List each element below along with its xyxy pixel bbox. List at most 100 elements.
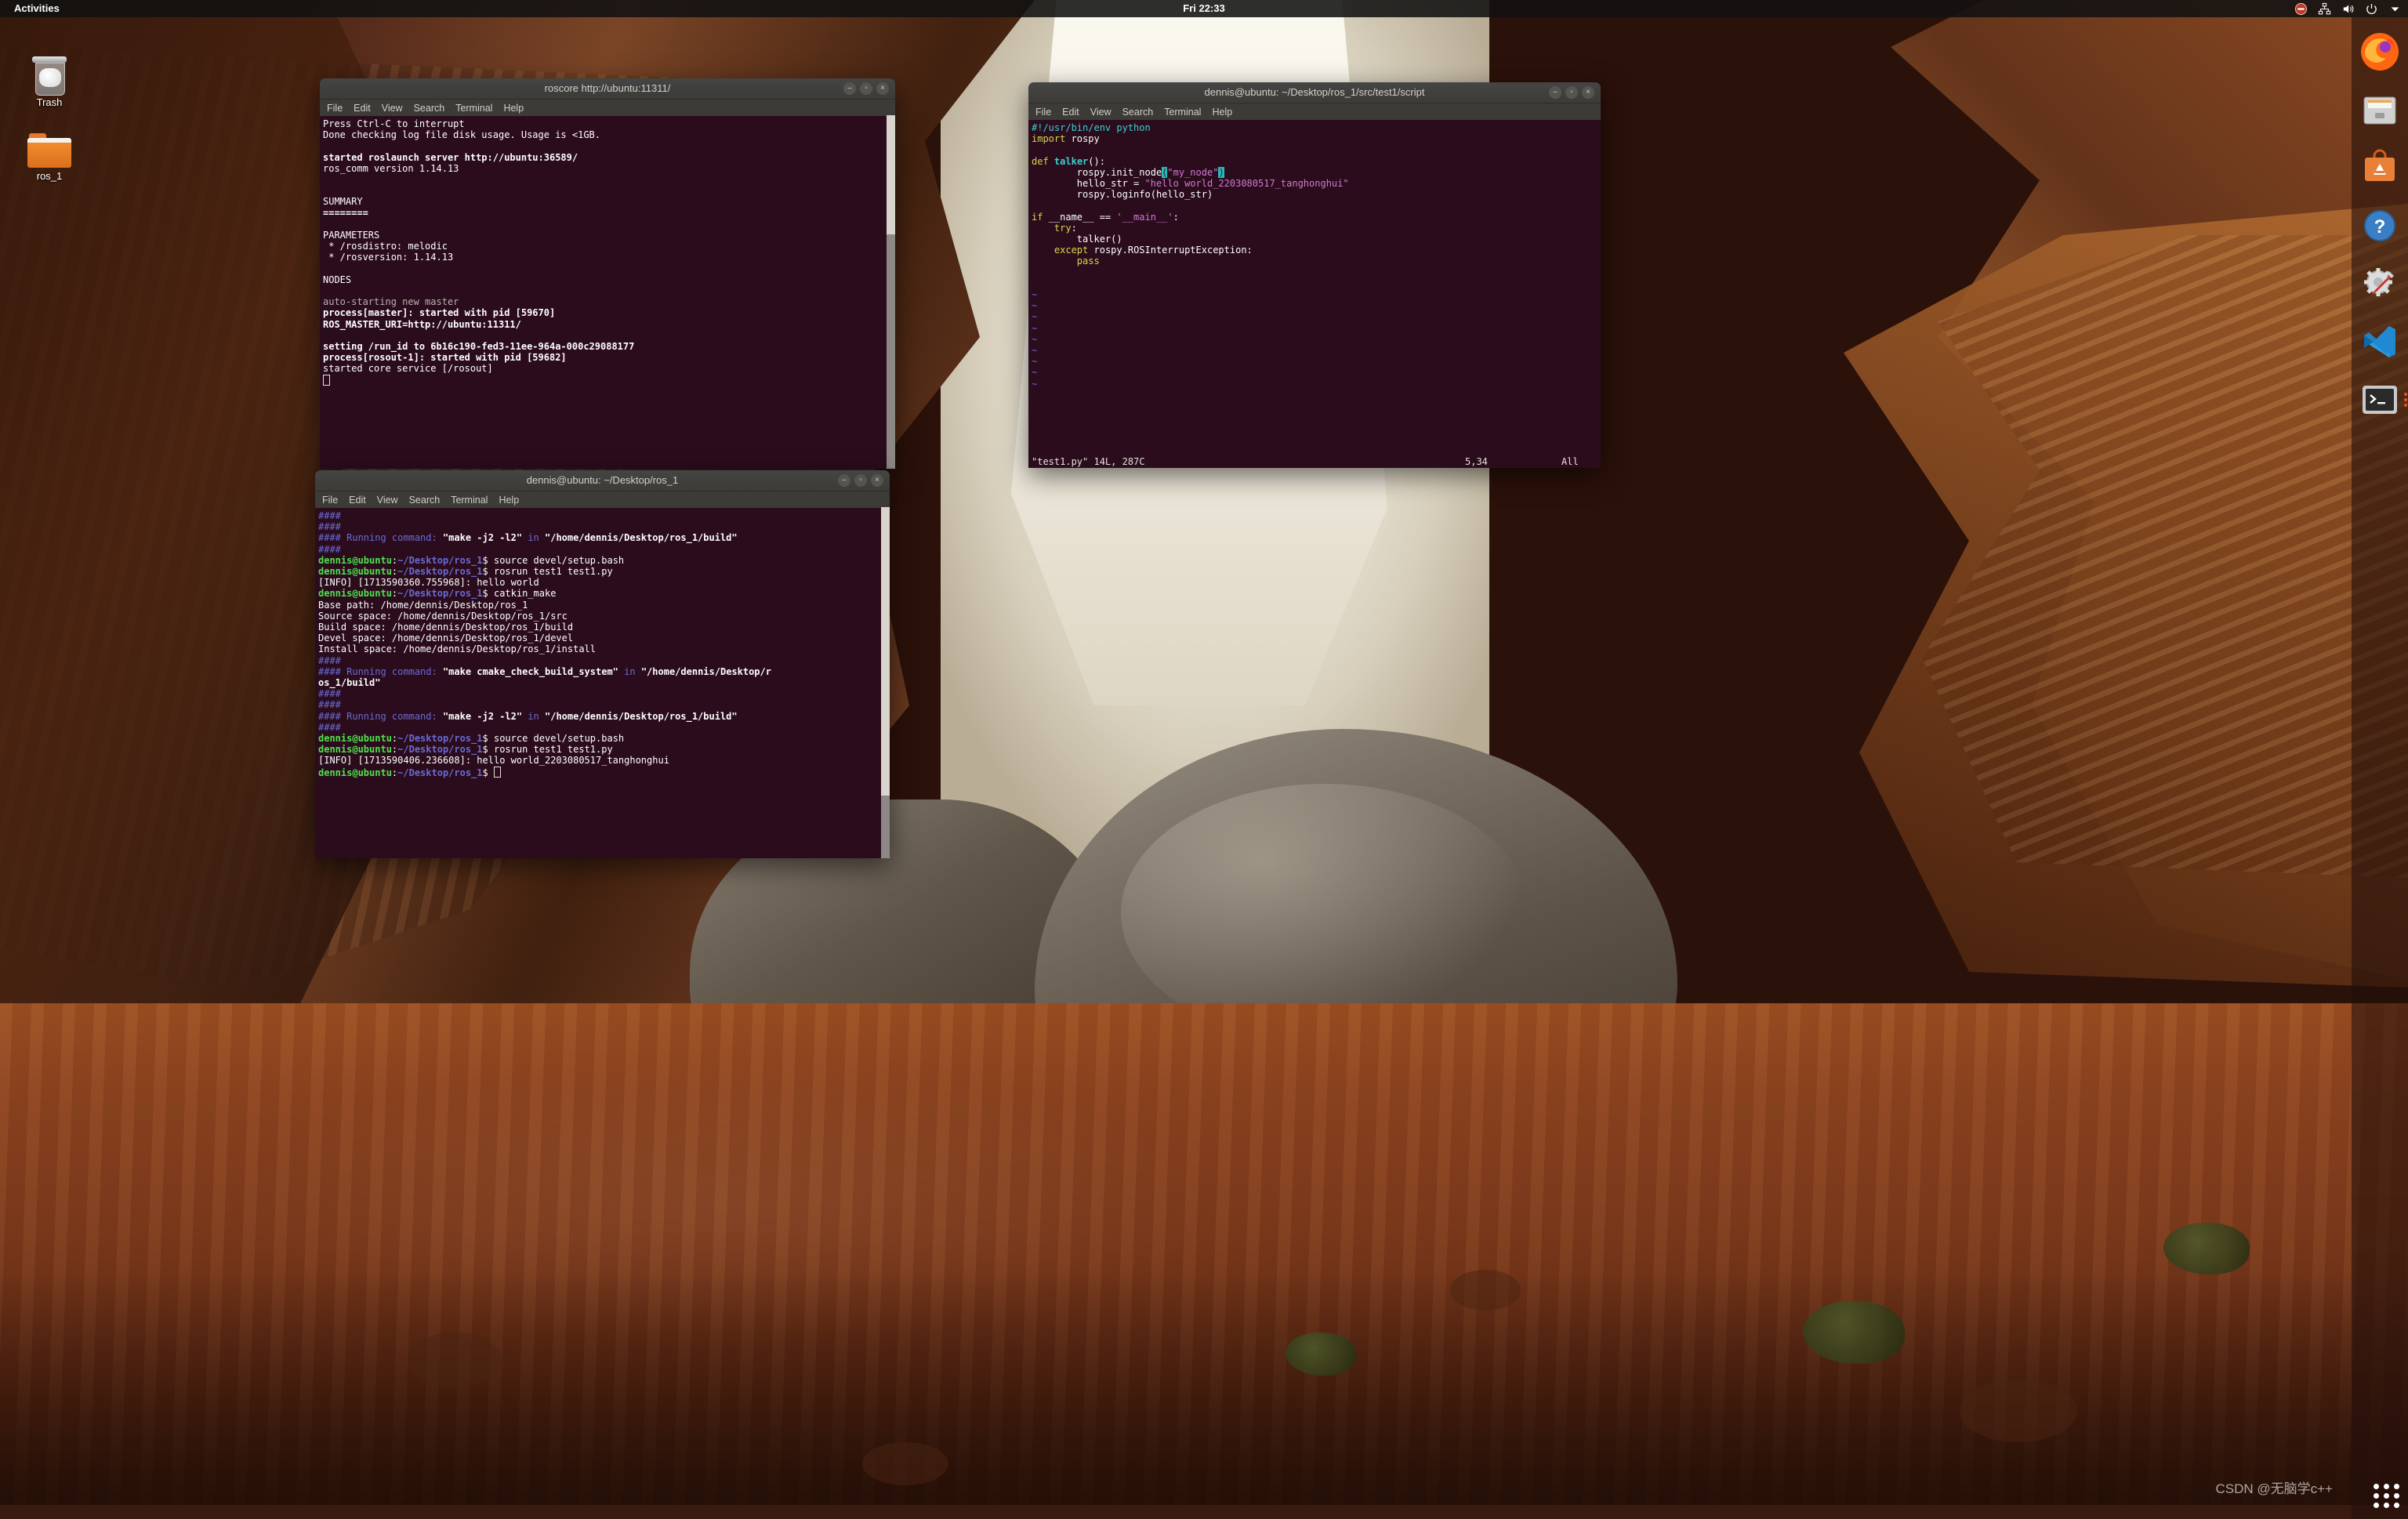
show-applications-button[interactable] [2374,1484,2400,1508]
terminal-text: process[master]: started with pid [59670… [323,307,556,319]
window-terminal[interactable]: dennis@ubuntu: ~/Desktop/ros_1 – ▫ × Fil… [315,470,890,858]
window-editor[interactable]: dennis@ubuntu: ~/Desktop/ros_1/src/test1… [1028,82,1601,468]
menu-help[interactable]: Help [499,495,519,506]
terminal-text: ~/Desktop/ros_1 [397,554,483,566]
terminal-text: #### [318,721,341,733]
terminal-output[interactable]: #### #### #### Running command: "make -j2 … [315,508,890,858]
power-icon[interactable] [2365,2,2378,16]
menubar-roscore[interactable]: File Edit View Search Terminal Help [320,100,895,116]
dock-terminal-icon[interactable] [2359,379,2407,420]
minimize-button[interactable]: – [843,82,856,95]
network-icon[interactable] [2318,2,2331,16]
terminal-text: ~ [1032,322,1038,334]
window-controls[interactable]: – ▫ × [1549,86,1594,99]
window-controls[interactable]: – ▫ × [838,474,883,487]
menu-search[interactable]: Search [409,495,441,506]
minimize-button[interactable]: – [1549,86,1561,99]
terminal-text: setting /run_id to 6b16c190-fed3-11ee-96… [323,340,635,352]
terminal-line: dennis@ubuntu:~/Desktop/ros_1$ [318,766,890,778]
trash-icon [32,56,67,96]
terminal-text: Press Ctrl-C to interrupt [323,118,465,129]
terminal-line: except rospy.ROSInterruptException: [1032,245,1601,256]
desktop-icon-label: ros_1 [36,170,63,182]
terminal-text: ~ [1032,288,1038,300]
terminal-text: rospy.loginfo(hello_str) [1032,189,1213,201]
desktop-icon-trash[interactable]: Trash [13,56,86,108]
menu-search[interactable]: Search [1122,107,1154,118]
menu-edit[interactable]: Edit [1062,107,1079,118]
terminal-text: dennis@ubuntu [318,554,392,566]
menu-file[interactable]: File [327,103,343,114]
menubar-terminal[interactable]: File Edit View Search Terminal Help [315,491,890,508]
maximize-button[interactable]: ▫ [854,474,867,487]
terminal-text: ~/Desktop/ros_1 [397,733,483,745]
menu-view[interactable]: View [377,495,398,506]
menu-file[interactable]: File [322,495,338,506]
terminal-line: process[rosout-1]: started with pid [596… [323,352,895,363]
menubar-editor[interactable]: File Edit View Search Terminal Help [1028,103,1601,120]
titlebar-roscore[interactable]: roscore http://ubuntu:11311/ – ▫ × [320,78,895,100]
maximize-button[interactable]: ▫ [1565,86,1578,99]
terminal-line: try: [1032,223,1601,234]
terminal-text: PARAMETERS [323,229,380,241]
terminal-text: ~ [1032,345,1038,356]
window-controls[interactable]: – ▫ × [843,82,889,95]
dock-ubuntu-software-icon[interactable] [2359,147,2400,188]
dock-files-icon[interactable] [2359,89,2400,130]
clock[interactable]: Fri 22:33 [0,0,2408,17]
menu-terminal[interactable]: Terminal [455,103,492,114]
scrollbar-terminal[interactable] [881,507,890,858]
terminal-line: * /rosversion: 1.14.13 [323,252,895,263]
menu-terminal[interactable]: Terminal [451,495,488,506]
window-roscore[interactable]: roscore http://ubuntu:11311/ – ▫ × File … [320,78,895,469]
terminal-cursor [323,374,330,386]
titlebar-terminal[interactable]: dennis@ubuntu: ~/Desktop/ros_1 – ▫ × [315,470,890,491]
menu-edit[interactable]: Edit [354,103,371,114]
terminal-line: #### [318,699,890,710]
terminal-text: "make cmake_check_build_system" [437,665,625,677]
desktop-icon-ros_1[interactable]: ros_1 [13,133,86,182]
menu-view[interactable]: View [382,103,403,114]
do-not-disturb-icon[interactable] [2294,2,2308,16]
menu-terminal[interactable]: Terminal [1164,107,1201,118]
close-button[interactable]: × [876,82,889,95]
menu-help[interactable]: Help [503,103,524,114]
dock-firefox-icon[interactable] [2359,31,2400,72]
terminal-text: #### [318,688,341,700]
menu-help[interactable]: Help [1212,107,1232,118]
dock-help-icon[interactable]: ? [2359,205,2400,246]
system-tray[interactable] [2294,0,2402,17]
terminal-line: process[master]: started with pid [59670… [323,307,895,318]
terminal-output-roscore[interactable]: Press Ctrl-C to interrupt Done checking l… [320,116,895,469]
terminal-text: ~/Desktop/ros_1 [397,767,483,778]
scrollbar-roscore[interactable] [887,115,895,469]
dock-settings-icon[interactable] [2359,263,2400,304]
terminal-text: ros_comm version 1.14.13 [323,162,459,174]
menu-view[interactable]: View [1090,107,1112,118]
terminal-text: $ [482,767,494,778]
wallpaper-pebble [862,1442,948,1485]
dock-vscode-icon[interactable] [2359,321,2400,362]
terminal-text: $ source devel/setup.bash [482,554,625,566]
menu-edit[interactable]: Edit [349,495,366,506]
maximize-button[interactable]: ▫ [860,82,872,95]
menu-search[interactable]: Search [414,103,445,114]
menu-file[interactable]: File [1035,107,1051,118]
volume-icon[interactable] [2341,2,2355,16]
terminal-text: ROS_MASTER_URI=http://ubuntu:11311/ [323,318,521,330]
minimize-button[interactable]: – [838,474,850,487]
close-button[interactable]: × [1582,86,1594,99]
desktop-icon-label: Trash [36,96,63,108]
close-button[interactable]: × [871,474,883,487]
editor-buffer[interactable]: #!/usr/bin/env python import rospy def tal… [1028,120,1601,468]
terminal-line: os_1/build" [318,677,890,688]
titlebar-editor[interactable]: dennis@ubuntu: ~/Desktop/ros_1/src/test1… [1028,82,1601,103]
chevron-down-icon[interactable] [2388,2,2402,16]
terminal-line: talker() [1032,234,1601,245]
